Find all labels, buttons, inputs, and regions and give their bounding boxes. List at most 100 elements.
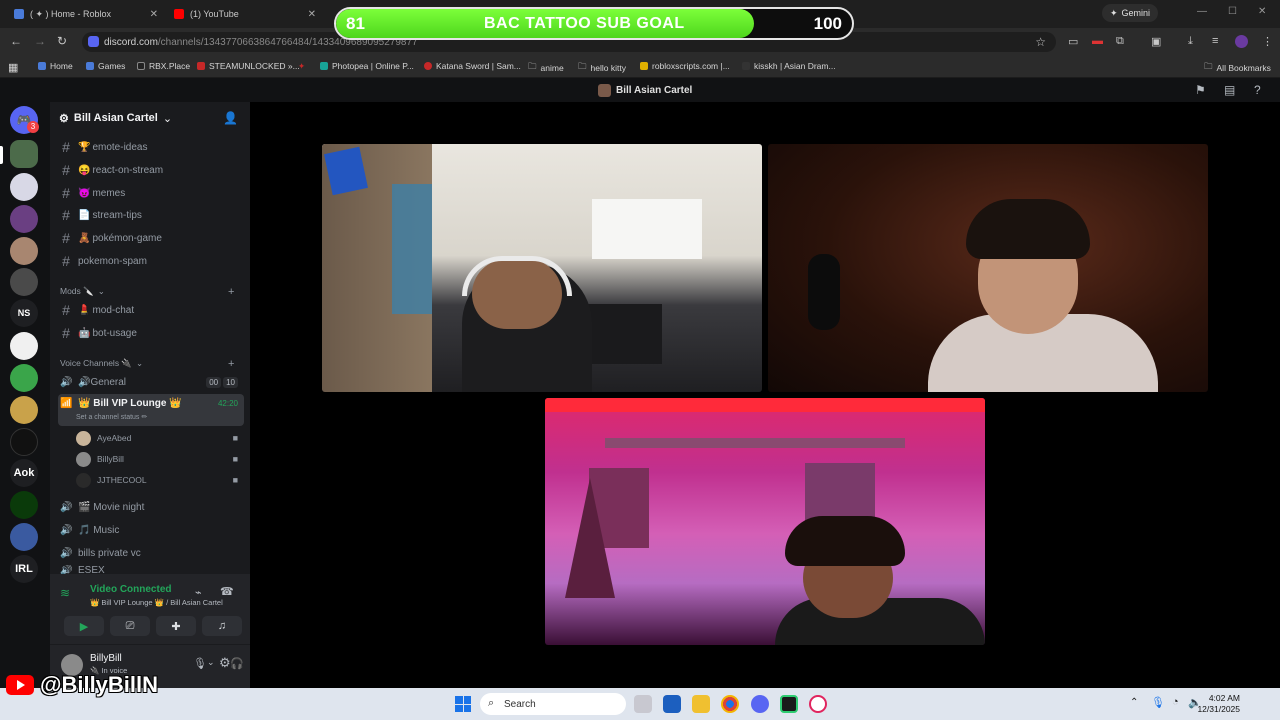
- bookmark-anime[interactable]: 🗀 anime: [528, 61, 564, 75]
- add-channel-icon[interactable]: +: [228, 358, 234, 370]
- channel-react-on-stream[interactable]: # 😝 react-on-stream: [58, 160, 244, 180]
- vc-member[interactable]: AyeAbed ■: [76, 428, 244, 448]
- voice-channel-general[interactable]: 🔊 🔊General 00 10: [58, 372, 244, 392]
- channel-memes[interactable]: # 😈 memes: [58, 183, 244, 203]
- soundboard-button[interactable]: ♫: [202, 616, 242, 636]
- close-tab-icon[interactable]: ✕: [308, 9, 316, 20]
- bookmark-steamunlocked[interactable]: STEAMUNLOCKED »...: [197, 61, 300, 71]
- server-icon[interactable]: IRL: [10, 555, 38, 583]
- maximize-icon[interactable]: ☐: [1228, 6, 1237, 17]
- chrome-icon[interactable]: [721, 695, 739, 713]
- file-explorer-icon[interactable]: [692, 695, 710, 713]
- flag-icon[interactable]: ⚑: [1195, 83, 1206, 97]
- server-icon[interactable]: [10, 523, 38, 551]
- media-icon[interactable]: ≡: [1212, 35, 1218, 47]
- bookmark-hello-kitty[interactable]: 🗀 hello kitty: [578, 61, 626, 75]
- opera-icon[interactable]: [809, 695, 827, 713]
- tab-roblox[interactable]: ( ✦ ) Home - Roblox ✕: [6, 4, 164, 24]
- bookmark-kisskh[interactable]: kisskh | Asian Dram...: [742, 61, 836, 71]
- windows-start-icon[interactable]: [455, 696, 471, 712]
- channel-bot-usage[interactable]: # 🤖 bot-usage: [58, 323, 244, 343]
- bookmark-star-icon[interactable]: ☆: [1035, 35, 1046, 49]
- bookmark-pin-icon[interactable]: ✦: [298, 61, 305, 72]
- noise-suppression-icon[interactable]: ⌁: [195, 586, 202, 599]
- channel-emote-ideas[interactable]: # 🏆 emote-ideas: [58, 137, 244, 157]
- menu-kebab-icon[interactable]: ⋮: [1262, 35, 1273, 48]
- category-voice-channels[interactable]: Voice Channels 🔌 ⌄ +: [60, 358, 240, 370]
- share-screen-button[interactable]: ⎚: [110, 616, 150, 636]
- bookmark-robloxscripts[interactable]: robloxscripts.com |...: [640, 61, 730, 71]
- task-view-icon[interactable]: [634, 695, 652, 713]
- extension-icon[interactable]: ▭: [1068, 35, 1078, 48]
- cast-icon[interactable]: ▣: [1151, 35, 1161, 48]
- channel-status[interactable]: Set a channel status ✏: [76, 413, 147, 421]
- taskbar-search[interactable]: ⌕ Search: [480, 693, 626, 715]
- extension-icon[interactable]: ▬: [1092, 35, 1103, 47]
- tab-youtube[interactable]: (1) YouTube ✕: [166, 4, 322, 24]
- channel-pokemon-spam[interactable]: # pokemon-spam: [58, 251, 244, 271]
- add-channel-icon[interactable]: +: [228, 286, 234, 298]
- server-icon[interactable]: [10, 173, 38, 201]
- apps-grid-icon[interactable]: ▦: [8, 61, 18, 74]
- voice-location[interactable]: 👑 Bill VIP Lounge 👑 / Bill Asian Cartel: [90, 598, 223, 607]
- bookmark-rbxplace[interactable]: RBX.Place: [137, 61, 190, 71]
- server-icon[interactable]: Aok: [10, 459, 38, 487]
- voice-channel-movie-night[interactable]: 🔊 🎬 Movie night: [58, 497, 244, 517]
- channel-pokemon-game[interactable]: # 🧸 pokémon-game: [58, 228, 244, 248]
- settings-gear-icon[interactable]: ⚙: [219, 655, 231, 671]
- back-icon[interactable]: ←: [10, 34, 22, 48]
- profile-avatar[interactable]: [1235, 35, 1248, 48]
- wifi-icon[interactable]: ◔: [1172, 696, 1179, 708]
- all-bookmarks[interactable]: 🗀 All Bookmarks: [1204, 61, 1271, 75]
- headphones-icon[interactable]: 🎧: [230, 657, 244, 670]
- server-icon[interactable]: [10, 491, 38, 519]
- close-tab-icon[interactable]: ✕: [150, 9, 158, 20]
- vc-member[interactable]: BillyBill ■: [76, 449, 244, 469]
- server-icon[interactable]: [10, 396, 38, 424]
- extensions-puzzle-icon[interactable]: ⧉: [1116, 35, 1124, 48]
- signal-icon[interactable]: ≋: [60, 586, 70, 600]
- invite-people-icon[interactable]: 👤: [223, 111, 238, 125]
- voice-channel-bills-private-vc[interactable]: 🔊 bills private vc: [58, 543, 244, 563]
- bookmark-games[interactable]: Games: [86, 61, 125, 71]
- activities-button[interactable]: ✚: [156, 616, 196, 636]
- app-icon[interactable]: [780, 695, 798, 713]
- video-tile-billybill[interactable]: [768, 144, 1208, 392]
- disconnect-icon[interactable]: ☎: [220, 585, 234, 598]
- download-icon[interactable]: ⤓: [1188, 35, 1193, 48]
- channel-mod-chat[interactable]: # 💄 mod-chat: [58, 300, 244, 320]
- server-icon[interactable]: [10, 237, 38, 265]
- server-header[interactable]: ⚙ Bill Asian Cartel ⌄ 👤: [50, 102, 250, 134]
- server-icon[interactable]: [10, 140, 38, 168]
- minimize-icon[interactable]: —: [1197, 6, 1207, 17]
- video-tile-ayeabed[interactable]: [322, 144, 762, 392]
- video-tile-jjthecool[interactable]: [545, 398, 985, 645]
- channel-stream-tips[interactable]: # 📄 stream-tips: [58, 205, 244, 225]
- gemini-button[interactable]: ✦ Gemini: [1101, 4, 1158, 22]
- inbox-icon[interactable]: ▤: [1224, 83, 1235, 97]
- bookmark-katana[interactable]: Katana Sword | Sam...: [424, 61, 521, 71]
- microphone-icon[interactable]: 🎙: [1151, 696, 1165, 709]
- widgets-icon[interactable]: [663, 695, 681, 713]
- video-camera-button[interactable]: ▶: [64, 616, 104, 636]
- discord-icon[interactable]: [751, 695, 769, 713]
- server-icon[interactable]: [10, 428, 38, 456]
- bookmark-photopea[interactable]: Photopea | Online P...: [320, 61, 414, 71]
- chevron-up-icon[interactable]: ⌃: [1130, 697, 1138, 708]
- taskbar-clock[interactable]: 4:02 AM 12/31/2025: [1197, 693, 1240, 715]
- voice-channel-bill-vip-lounge[interactable]: 📶 👑 Bill VIP Lounge 👑 42:20 Set a channe…: [58, 394, 244, 426]
- vc-member[interactable]: JJTHECOOL ■: [76, 470, 244, 490]
- server-icon[interactable]: [10, 364, 38, 392]
- server-icon[interactable]: [10, 205, 38, 233]
- microphone-icon[interactable]: 🎙: [193, 657, 207, 670]
- bookmark-home[interactable]: Home: [38, 61, 73, 71]
- server-icon[interactable]: [10, 332, 38, 360]
- help-icon[interactable]: ?: [1254, 83, 1261, 97]
- voice-channel-music[interactable]: 🔊 🎵 Music: [58, 520, 244, 540]
- server-icon[interactable]: [10, 268, 38, 296]
- category-mods[interactable]: Mods 🔪 ⌄ +: [60, 286, 240, 298]
- forward-icon[interactable]: →: [34, 34, 46, 48]
- close-window-icon[interactable]: ✕: [1258, 6, 1266, 17]
- chevron-down-icon[interactable]: ⌄: [207, 657, 215, 668]
- reload-icon[interactable]: ↻: [57, 34, 67, 48]
